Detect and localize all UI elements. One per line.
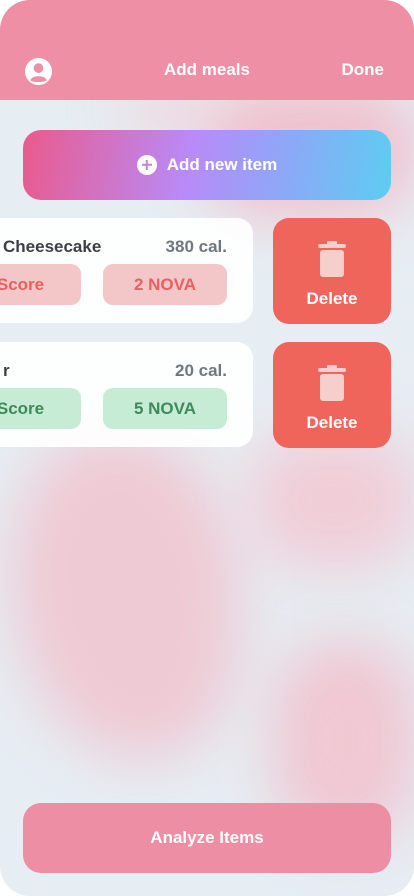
done-button[interactable]: Done: [342, 60, 385, 80]
meal-item-name: r: [3, 361, 10, 380]
meal-item-card[interactable]: Cheesecake 380 cal. Score 2 NOVA: [0, 218, 253, 323]
delete-label: Delete: [306, 413, 358, 432]
background-blob: [10, 430, 240, 760]
delete-button[interactable]: Delete: [273, 342, 391, 448]
analyze-items-label: Analyze Items: [150, 828, 264, 847]
meal-item-card[interactable]: r 20 cal. Score 5 NOVA: [0, 342, 253, 447]
plus-circle-icon: [136, 155, 157, 175]
analyze-items-button[interactable]: Analyze Items: [23, 803, 391, 873]
score-badge: Score: [0, 264, 81, 305]
add-new-item-label: Add new item: [166, 155, 278, 174]
score-badge: Score: [0, 388, 81, 429]
delete-button[interactable]: Delete: [273, 218, 391, 324]
header-bar: Add meals Done: [0, 0, 414, 100]
screen: Add meals Done Add new item Cheesecake 3…: [0, 0, 414, 896]
delete-label: Delete: [306, 289, 358, 308]
meal-item-calories: 380 cal.: [165, 237, 227, 256]
add-new-item-button[interactable]: Add new item: [23, 130, 391, 200]
trash-icon: [318, 365, 346, 401]
meal-item-calories: 20 cal.: [175, 361, 227, 380]
trash-icon: [318, 241, 346, 277]
nova-badge: 5 NOVA: [103, 388, 227, 429]
meal-item-name: Cheesecake: [3, 237, 102, 256]
nova-badge: 2 NOVA: [103, 264, 227, 305]
background-blob: [250, 430, 414, 570]
